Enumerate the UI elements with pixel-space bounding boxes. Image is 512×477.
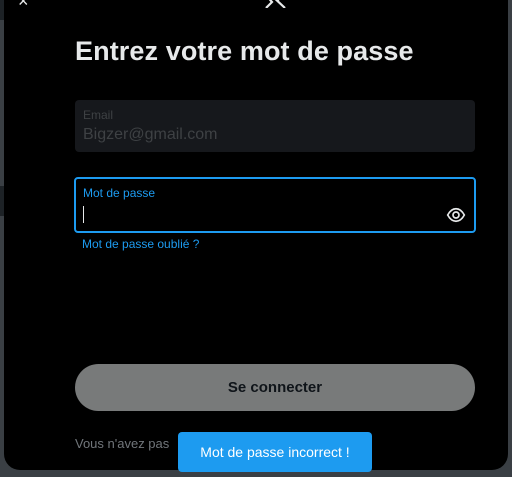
x-logo-icon [265, 0, 286, 8]
email-field-label: Email [83, 108, 114, 122]
text-caret [83, 206, 84, 223]
signup-prompt: Vous n'avez pas [75, 436, 170, 451]
password-field[interactable]: Mot de passe [74, 177, 476, 233]
email-field: Email Bigzer@gmail.com [75, 100, 475, 152]
password-field-label: Mot de passe [83, 186, 156, 200]
error-toast: Mot de passe incorrect ! [178, 432, 372, 472]
eye-icon[interactable] [446, 205, 466, 225]
forgot-password-link[interactable]: Mot de passe oublié ? [82, 237, 199, 251]
login-dialog: × Entrez votre mot de passe Email Bigzer… [4, 0, 508, 470]
email-field-value: Bigzer@gmail.com [83, 126, 218, 143]
page-title: Entrez votre mot de passe [75, 36, 414, 66]
close-icon[interactable]: × [18, 0, 29, 10]
login-button[interactable]: Se connecter [75, 364, 475, 411]
